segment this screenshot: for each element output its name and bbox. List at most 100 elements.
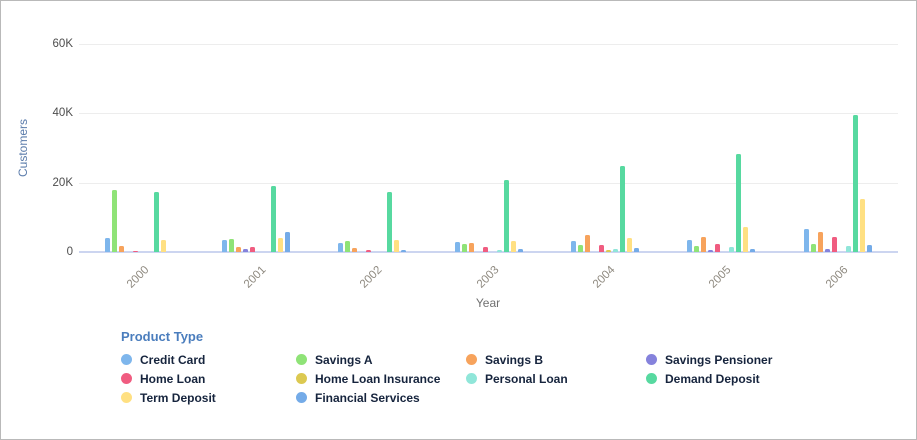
bar-home-loan-2003[interactable] — [483, 247, 488, 252]
bar-savings-b-2003[interactable] — [469, 243, 474, 252]
plot-area — [81, 44, 896, 252]
x-tick-label-2002: 2002 — [345, 264, 385, 304]
bar-financial-services-2003[interactable] — [518, 249, 523, 252]
bar-credit-card-2004[interactable] — [571, 241, 576, 252]
legend-swatch-term-deposit — [121, 392, 132, 403]
legend-item-home-loan-insurance[interactable]: Home Loan Insurance — [296, 372, 466, 385]
bar-term-deposit-2002[interactable] — [394, 240, 399, 252]
bar-home-loan-2004[interactable] — [599, 245, 604, 252]
bar-personal-loan-2003[interactable] — [497, 250, 502, 252]
bar-savings-b-2005[interactable] — [701, 237, 706, 252]
bar-credit-card-2003[interactable] — [455, 242, 460, 252]
legend-swatch-home-loan-insurance — [296, 373, 307, 384]
bar-demand-deposit-2003[interactable] — [504, 180, 509, 252]
legend-item-savings-a[interactable]: Savings A — [296, 353, 466, 366]
bar-savings-b-2006[interactable] — [818, 232, 823, 252]
bar-demand-deposit-2002[interactable] — [387, 192, 392, 252]
legend-item-home-loan[interactable]: Home Loan — [121, 372, 296, 385]
bar-term-deposit-2005[interactable] — [743, 227, 748, 252]
bar-home-loan-2006[interactable] — [832, 237, 837, 252]
bar-savings-pensioner-2005[interactable] — [708, 250, 713, 252]
y-axis-title: Customers — [16, 119, 30, 177]
legend-swatch-home-loan — [121, 373, 132, 384]
bar-demand-deposit-2001[interactable] — [271, 186, 276, 252]
bar-savings-b-2001[interactable] — [236, 247, 241, 252]
bar-financial-services-2006[interactable] — [867, 245, 872, 252]
bar-home-loan-2001[interactable] — [250, 247, 255, 252]
bar-savings-b-2000[interactable] — [119, 246, 124, 252]
legend-label: Savings B — [485, 353, 543, 367]
legend-label: Financial Services — [315, 391, 420, 405]
legend-item-term-deposit[interactable]: Term Deposit — [121, 391, 296, 404]
gridline-40K — [79, 113, 898, 114]
bar-savings-a-2004[interactable] — [578, 245, 583, 252]
legend-item-credit-card[interactable]: Credit Card — [121, 353, 296, 366]
bar-home-loan-2002[interactable] — [366, 250, 371, 252]
legend-title: Product Type — [121, 329, 772, 344]
bar-savings-a-2005[interactable] — [694, 246, 699, 252]
bar-term-deposit-2004[interactable] — [627, 238, 632, 252]
legend-label: Credit Card — [140, 353, 205, 367]
x-tick-label-2005: 2005 — [694, 264, 734, 304]
bar-demand-deposit-2004[interactable] — [620, 166, 625, 252]
bar-demand-deposit-2000[interactable] — [154, 192, 159, 252]
gridline-60K — [79, 44, 898, 45]
bar-financial-services-2005[interactable] — [750, 249, 755, 252]
x-tick-label-2004: 2004 — [578, 264, 618, 304]
bar-personal-loan-2004[interactable] — [613, 249, 618, 252]
bar-personal-loan-2006[interactable] — [846, 246, 851, 252]
x-tick-label-2001: 2001 — [229, 264, 269, 304]
bar-home-loan-insurance-2004[interactable] — [606, 250, 611, 252]
legend-label: Savings A — [315, 353, 373, 367]
bar-term-deposit-2003[interactable] — [511, 241, 516, 252]
bar-savings-pensioner-2001[interactable] — [243, 249, 248, 252]
bar-savings-a-2003[interactable] — [462, 244, 467, 252]
bar-credit-card-2005[interactable] — [687, 240, 692, 252]
legend-swatch-credit-card — [121, 354, 132, 365]
legend-label: Home Loan Insurance — [315, 372, 440, 386]
bar-savings-a-2002[interactable] — [345, 241, 350, 252]
bar-financial-services-2004[interactable] — [634, 248, 639, 252]
bar-term-deposit-2001[interactable] — [278, 238, 283, 252]
legend-item-savings-pensioner[interactable]: Savings Pensioner — [646, 353, 772, 366]
bar-savings-a-2006[interactable] — [811, 244, 816, 252]
legend-items: Credit Card Savings A Savings B Savings Pen… — [121, 353, 772, 404]
bar-financial-services-2001[interactable] — [285, 232, 290, 252]
bar-home-loan-2005[interactable] — [715, 244, 720, 252]
bar-home-loan-2000[interactable] — [133, 251, 138, 252]
legend-swatch-demand-deposit — [646, 373, 657, 384]
legend-swatch-financial-services — [296, 392, 307, 403]
bar-demand-deposit-2006[interactable] — [853, 115, 858, 252]
x-axis-line — [79, 251, 898, 253]
bar-savings-a-2000[interactable] — [112, 190, 117, 252]
legend-item-demand-deposit[interactable]: Demand Deposit — [646, 372, 772, 385]
x-axis-title: Year — [476, 296, 500, 310]
legend-item-personal-loan[interactable]: Personal Loan — [466, 372, 646, 385]
y-tick-label-40K: 40K — [53, 107, 73, 119]
legend-label: Demand Deposit — [665, 372, 760, 386]
bar-credit-card-2001[interactable] — [222, 240, 227, 252]
legend-item-financial-services[interactable]: Financial Services — [296, 391, 466, 404]
legend-label: Savings Pensioner — [665, 353, 772, 367]
x-tick-label-2006: 2006 — [811, 264, 851, 304]
legend-swatch-savings-b — [466, 354, 477, 365]
bar-term-deposit-2006[interactable] — [860, 199, 865, 252]
x-tick-label-2000: 2000 — [112, 264, 152, 304]
bar-term-deposit-2000[interactable] — [161, 240, 166, 252]
bar-financial-services-2002[interactable] — [401, 250, 406, 252]
bar-credit-card-2002[interactable] — [338, 243, 343, 252]
y-tick-label-20K: 20K — [53, 177, 73, 189]
legend-swatch-savings-a — [296, 354, 307, 365]
bar-credit-card-2006[interactable] — [804, 229, 809, 252]
legend-swatch-personal-loan — [466, 373, 477, 384]
bar-demand-deposit-2005[interactable] — [736, 154, 741, 252]
bar-personal-loan-2005[interactable] — [729, 247, 734, 252]
bar-credit-card-2000[interactable] — [105, 238, 110, 252]
y-axis-ticks: 020K40K60K — [1, 1, 73, 440]
bar-savings-pensioner-2006[interactable] — [825, 249, 830, 252]
y-tick-label-60K: 60K — [53, 38, 73, 50]
bar-savings-b-2002[interactable] — [352, 248, 357, 252]
legend-item-savings-b[interactable]: Savings B — [466, 353, 646, 366]
bar-savings-a-2001[interactable] — [229, 239, 234, 252]
bar-savings-b-2004[interactable] — [585, 235, 590, 252]
